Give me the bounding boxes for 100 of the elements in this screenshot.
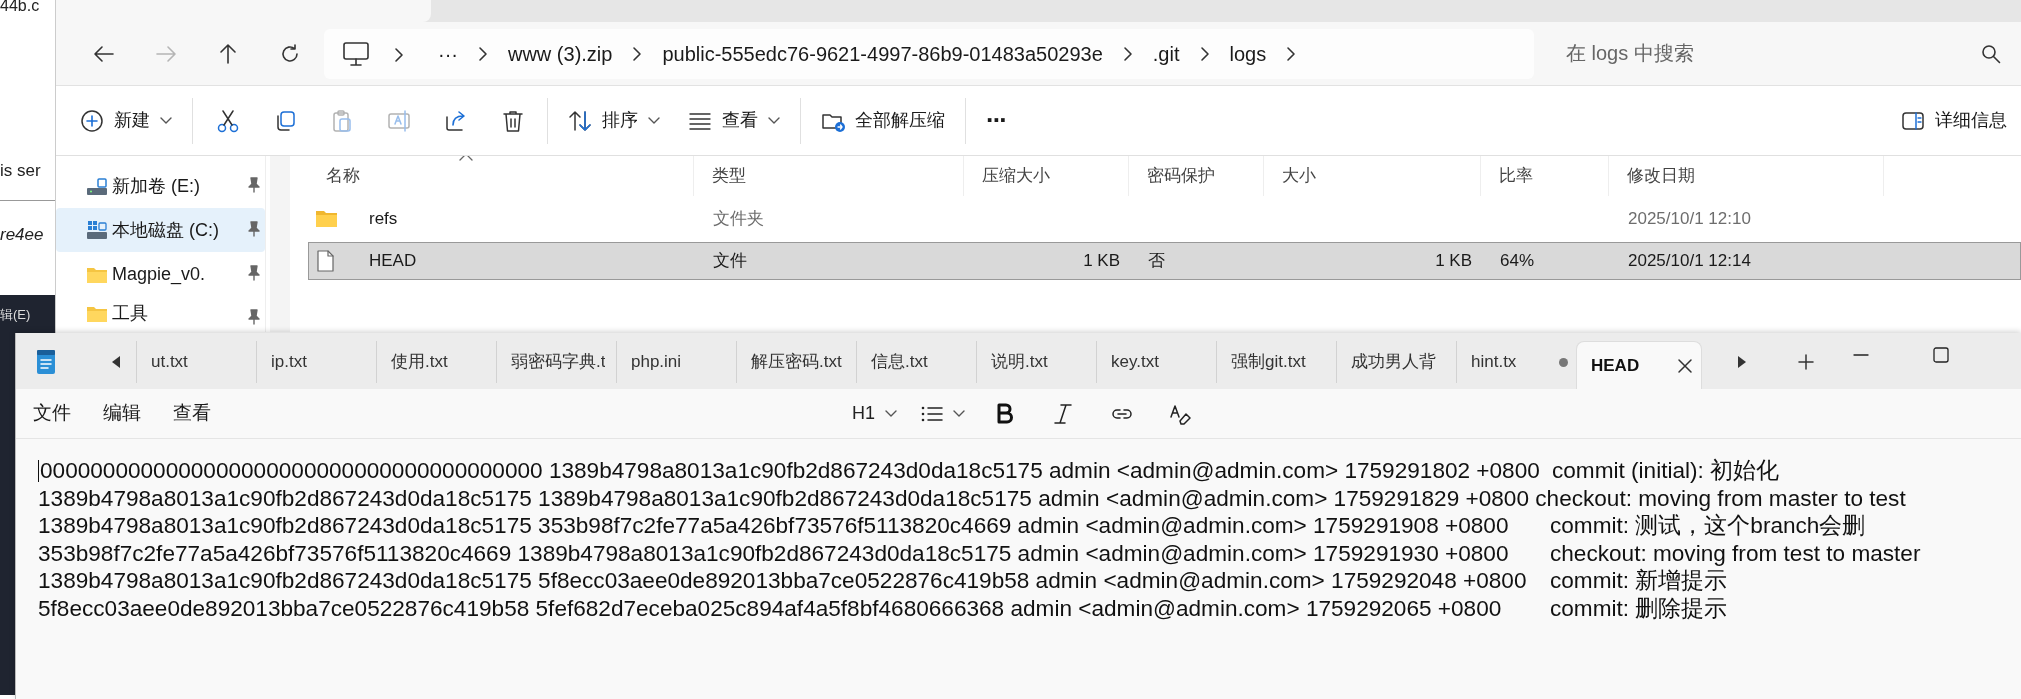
text-cursor <box>38 459 39 482</box>
search-field[interactable]: 在 logs 中搜索 <box>1548 28 2013 79</box>
tab[interactable]: 使用.txt <box>376 341 496 383</box>
pin-icon[interactable] <box>247 309 261 325</box>
table-cell-text: 文件 <box>712 250 748 273</box>
sidebar-item[interactable]: Magpie_v0. <box>56 252 265 296</box>
menu-item[interactable]: 查看 <box>158 393 226 434</box>
search-icon <box>1981 43 2001 64</box>
text-line: 1389b4798a8013a1c90fb2d867243d0da18c5175 1389b4798a8013a1c90fb2d867243d0da18c5175 admin <admin@admin.com> 1759291829 +0800 checkout: moving from master to test <box>38 484 1906 512</box>
refresh-icon <box>279 42 301 65</box>
drive-icon <box>86 176 108 196</box>
table-cell-text: 64% <box>1499 250 1536 273</box>
table-cell-text: 文件夹 <box>712 208 765 231</box>
details-button[interactable]: 详细信息 <box>1887 97 2021 144</box>
file-row[interactable]: HEAD 文件 1 KB 否 1 KB 64% 2025/10/1 12:14 <box>308 242 2021 280</box>
tab[interactable]: 解压密码.txt <box>736 341 856 383</box>
caret-icon <box>648 116 660 125</box>
unsaved-dot-icon <box>1559 357 1568 367</box>
toolbar-button[interactable]: 查看 <box>674 97 794 144</box>
heading-button[interactable]: H1 <box>846 396 903 431</box>
caret-icon <box>160 116 172 125</box>
tab[interactable]: 弱密码字典.t <box>496 341 616 383</box>
scissors-icon <box>215 108 240 133</box>
tab[interactable]: 说明.txt <box>976 341 1096 383</box>
table-cell-text: 1 KB <box>1434 250 1473 273</box>
pin-icon[interactable] <box>247 221 261 237</box>
text-line: 1389b4798a8013a1c90fb2d867243d0da18c5175 5f8ecc03aee0de892013bba7ce0522876c419b58 admin <admin@admin.com> 1759292048 +0800 commit: 新增提示 <box>38 567 1728 595</box>
plus-circle-icon <box>80 108 104 133</box>
file-row[interactable]: refs 文件夹 2025/10/1 12:10 <box>308 200 2021 238</box>
sidebar-item[interactable]: 工具 <box>56 296 265 330</box>
clear-format-icon <box>1169 402 1191 425</box>
tab[interactable]: ut.txt <box>136 341 256 383</box>
chevron-icon <box>478 45 488 62</box>
breadcrumb-item[interactable]: .git <box>1132 38 1200 69</box>
column-header[interactable]: 压缩大小 <box>964 156 1129 196</box>
chevron-icon <box>1199 45 1210 62</box>
text-line: 353b98f7c2fe77a5a426bf73576f5113820c4669 1389b4798a8013a1c90fb2d867243d0da18c5175 admin <admin@admin.com> 1759291930 +0800 checkout: moving from test to master <box>38 539 1921 567</box>
more-button[interactable]: ··· <box>972 97 1020 144</box>
tab[interactable]: 强制git.txt <box>1216 341 1336 383</box>
toolbar-button[interactable]: 全部解压缩 <box>807 97 959 144</box>
column-header[interactable]: 名称 <box>308 156 694 196</box>
folder-icon <box>315 208 337 230</box>
minimize-icon <box>1853 354 1869 356</box>
right-triangle-icon <box>1737 355 1747 369</box>
file-name: refs <box>368 208 399 231</box>
system-drive-icon <box>86 220 108 240</box>
list-icon <box>921 405 943 422</box>
chevron-icon <box>1122 45 1133 62</box>
tab[interactable]: php.ini <box>616 341 736 383</box>
page-text: re4ee <box>0 224 44 246</box>
trash-icon <box>500 108 525 133</box>
text-line: 5f8ecc03aee0de892013bba7ce0522876c419b58 5fef682d7eceba025c894af4a5f8bf4680666368 admin <admin@admin.com> 1759292065 +0800 commit: 删除提示 <box>38 594 1728 622</box>
address-bar[interactable]: ··· www (3).zip public-555edc76-9621-4997-86b9-01483a50293e .git logs <box>324 28 1534 79</box>
tab[interactable]: HEAD <box>1576 341 1702 389</box>
menu-item[interactable]: 文件 <box>18 393 86 434</box>
tab[interactable]: key.txt <box>1096 341 1216 383</box>
sort-icon <box>568 108 592 133</box>
pin-icon[interactable] <box>247 177 261 193</box>
column-header[interactable]: 密码保护 <box>1129 156 1264 196</box>
up-arrow-icon <box>217 42 239 65</box>
close-icon[interactable] <box>1677 357 1693 374</box>
plus-icon <box>1798 354 1814 370</box>
notepad-icon[interactable] <box>35 349 57 375</box>
caret-icon <box>885 409 897 418</box>
computer-icon <box>342 40 370 67</box>
maximize-icon <box>1933 347 1949 363</box>
file-icon <box>315 250 337 272</box>
menu-label: 辑(E) <box>0 306 31 324</box>
chevron-icon <box>394 47 404 64</box>
breadcrumb-item[interactable]: www (3).zip <box>488 38 633 69</box>
menu-item[interactable]: 编辑 <box>88 393 156 434</box>
sidebar-item[interactable]: 本地磁盘 (C:) <box>56 208 265 252</box>
panel-icon <box>1901 110 1925 131</box>
breadcrumb-item[interactable]: ··· <box>418 38 478 69</box>
column-header[interactable]: 类型 <box>694 156 964 196</box>
table-cell-text: 2025/10/1 12:14 <box>1627 250 1752 273</box>
page-text: 44b.c <box>0 0 40 16</box>
tab[interactable]: 成功男人背 <box>1336 341 1456 383</box>
rename-icon <box>386 108 411 133</box>
tab[interactable]: 信息.txt <box>856 341 976 383</box>
scrollbar-track[interactable] <box>270 156 290 332</box>
toolbar-button[interactable]: 排序 <box>554 97 674 144</box>
table-cell-text: 1 KB <box>1082 250 1121 273</box>
breadcrumb-item[interactable]: public-555edc76-9621-4997-86b9-01483a50293e <box>642 38 1123 69</box>
left-triangle-icon <box>111 355 121 369</box>
text-line: 0000000000000000000000000000000000000000 1389b4798a8013a1c90fb2d867243d0da18c5175 admin <admin@admin.com> 1759291802 +0800 commit (initial): 初始化 <box>40 457 1780 485</box>
column-header[interactable]: 修改日期 <box>1609 156 1884 196</box>
column-header[interactable]: 比率 <box>1481 156 1609 196</box>
table-cell-text: 2025/10/1 12:10 <box>1627 208 1752 231</box>
sidebar-item[interactable]: 新加卷 (E:) <box>56 164 265 208</box>
text-line: 1389b4798a8013a1c90fb2d867243d0da18c5175 353b98f7c2fe77a5a426bf73576f5113820c4669 admin <admin@admin.com> 1759291908 +0800 commit: 测试，这个branch会删 <box>38 512 1866 540</box>
breadcrumb-item[interactable]: logs <box>1209 38 1287 69</box>
pin-icon[interactable] <box>247 265 261 281</box>
share-icon <box>443 108 468 133</box>
chevron-icon <box>632 45 643 62</box>
table-cell-text: 否 <box>1147 250 1166 273</box>
toolbar-button[interactable]: 新建 <box>66 97 186 144</box>
tab[interactable]: ip.txt <box>256 341 376 383</box>
chevron-icon <box>1286 45 1297 62</box>
column-header[interactable]: 大小 <box>1264 156 1481 196</box>
